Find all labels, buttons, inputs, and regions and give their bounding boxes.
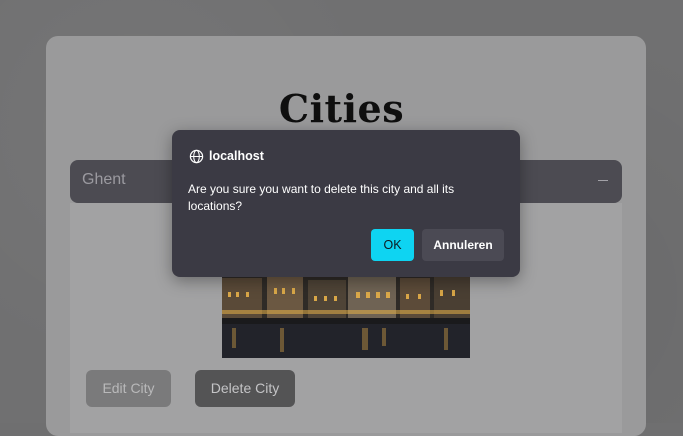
edit-city-button[interactable]: Edit City xyxy=(86,370,171,407)
cancel-button[interactable]: Annuleren xyxy=(422,229,504,261)
city-photo xyxy=(222,270,470,358)
page-title: Cities xyxy=(278,86,405,131)
dialog-origin-text: localhost xyxy=(209,149,264,163)
accordion-city-name: Ghent xyxy=(82,171,126,188)
confirm-dialog: localhost Are you sure you want to delet… xyxy=(172,130,520,277)
city-photo-illustration xyxy=(222,270,470,358)
dialog-message: Are you sure you want to delete this cit… xyxy=(188,182,455,213)
delete-city-button[interactable]: Delete City xyxy=(195,370,295,407)
ok-button[interactable]: OK xyxy=(371,229,414,261)
globe-icon xyxy=(189,149,204,164)
dialog-origin: localhost xyxy=(189,148,264,164)
minus-icon[interactable] xyxy=(598,180,608,181)
